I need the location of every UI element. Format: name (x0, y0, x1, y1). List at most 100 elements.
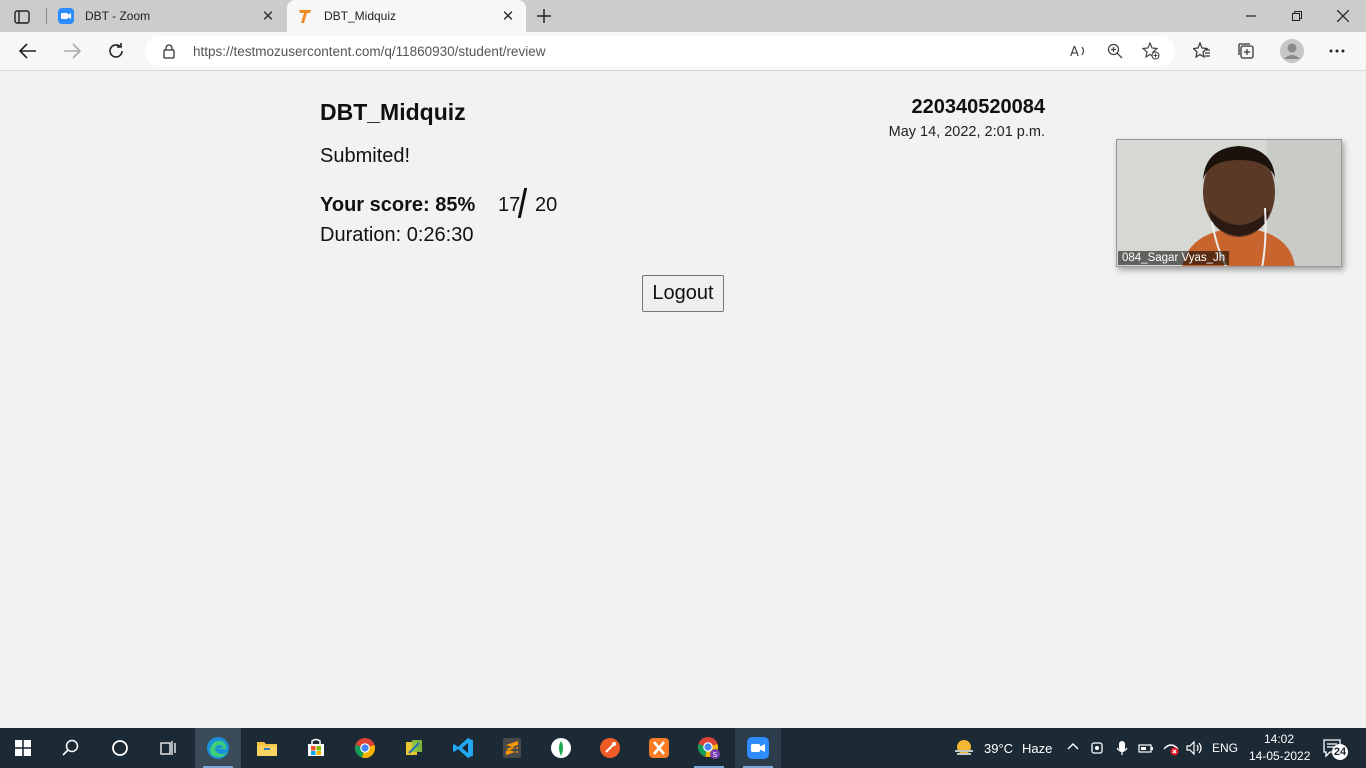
tab-actions-button[interactable] (8, 6, 36, 28)
testmoz-icon (299, 10, 311, 23)
notification-center-button[interactable]: 24 (1322, 737, 1350, 761)
tab-zoom[interactable]: DBT - Zoom ✕ (48, 0, 286, 32)
logout-button[interactable]: Logout (642, 275, 724, 312)
show-hidden-icons-button[interactable] (1066, 740, 1080, 754)
weather-haze-icon (955, 740, 973, 755)
browser-toolbar: https://testmozusercontent.com/q/1186093… (0, 32, 1366, 71)
taskbar-edge[interactable] (195, 728, 241, 768)
lock-icon (163, 44, 175, 59)
settings-more-button[interactable] (1322, 36, 1352, 66)
zoom-in-icon[interactable] (1104, 40, 1126, 62)
weather-widget[interactable] (952, 737, 976, 759)
student-id: 220340520084 (911, 96, 1045, 118)
taskbar-xampp[interactable] (636, 728, 682, 768)
taskbar-postman[interactable] (587, 728, 633, 768)
clock-time[interactable]: 14:02 (1264, 732, 1294, 746)
weather-temperature[interactable]: 39°C (984, 741, 1013, 756)
volume-icon[interactable] (1186, 740, 1204, 756)
arrow-left-icon (19, 43, 36, 59)
tab-separator (46, 8, 47, 24)
chevron-up-icon (1067, 743, 1079, 750)
cortana-icon (112, 740, 128, 756)
taskbar-search-button[interactable] (48, 728, 94, 768)
address-bar[interactable]: https://testmozusercontent.com/q/1186093… (145, 36, 1175, 66)
chrome-icon (355, 738, 375, 758)
close-icon (1337, 10, 1349, 22)
quiz-duration: Duration: 0:26:30 (320, 224, 474, 246)
minimize-icon (1246, 15, 1256, 17)
score-correct: 17 (498, 194, 521, 216)
close-tab-icon[interactable]: ✕ (500, 8, 516, 25)
more-icon (1329, 49, 1345, 53)
plus-icon (537, 9, 551, 23)
taskbar-sublime[interactable] (489, 728, 535, 768)
notification-count: 24 (1333, 746, 1347, 758)
favorites-button[interactable] (1187, 36, 1217, 66)
windows-start-icon (15, 740, 31, 756)
taskbar-mongodb-compass[interactable] (538, 728, 584, 768)
network-icon[interactable] (1162, 739, 1180, 757)
taskbar-zoom[interactable] (735, 728, 781, 768)
submission-status: Submited! (320, 145, 411, 167)
tab-label: DBT - Zoom (85, 9, 151, 23)
svg-text:A: A (1070, 45, 1079, 59)
store-icon (308, 738, 324, 756)
close-window-button[interactable] (1320, 0, 1366, 32)
tab-label: DBT_Midquiz (324, 9, 397, 23)
tab-strip: DBT - Zoom ✕ DBT_Midquiz ✕ (0, 0, 1366, 32)
taskbar-chrome-profile[interactable]: S (686, 728, 732, 768)
input-language[interactable]: ENG (1212, 741, 1238, 755)
taskbar-file-explorer[interactable] (244, 728, 290, 768)
edge-icon (207, 737, 229, 759)
new-tab-button[interactable] (533, 5, 555, 27)
taskbar-sticky-app[interactable] (391, 728, 437, 768)
zoom-icon (58, 8, 74, 24)
windows-taskbar: S 39°C Haze ENG 14:02 14-05-2022 24 (0, 728, 1366, 768)
xampp-icon (649, 738, 669, 758)
zoom-video-window[interactable]: 084_Sagar Vyas_Jh (1116, 139, 1342, 267)
start-button[interactable] (0, 728, 46, 768)
file-explorer-icon (257, 742, 277, 756)
score-total: 20 (535, 194, 558, 216)
taskbar-chrome[interactable] (342, 728, 388, 768)
battery-icon[interactable] (1138, 740, 1154, 756)
score-label: Your score: 85% (320, 194, 476, 216)
restore-icon (1292, 11, 1302, 21)
participant-name: 084_Sagar Vyas_Jh (1118, 251, 1230, 265)
close-tab-icon[interactable]: ✕ (260, 8, 276, 25)
back-button[interactable] (13, 36, 43, 66)
cortana-button[interactable] (97, 728, 143, 768)
task-view-button[interactable] (145, 728, 191, 768)
vscode-icon (453, 738, 473, 758)
task-view-icon (160, 741, 176, 755)
submission-timestamp: May 14, 2022, 2:01 p.m. (888, 124, 1045, 140)
tab-actions-icon (14, 10, 30, 24)
taskbar-vscode[interactable] (440, 728, 486, 768)
svg-text:S: S (713, 751, 718, 759)
forward-button[interactable] (57, 36, 87, 66)
add-favorite-icon[interactable] (1140, 40, 1162, 62)
favorites-icon (1193, 42, 1210, 59)
restore-button[interactable] (1274, 0, 1320, 32)
quiz-title: DBT_Midquiz (320, 99, 466, 125)
clock-date[interactable]: 14-05-2022 (1249, 749, 1310, 763)
refresh-button[interactable] (101, 36, 131, 66)
search-icon (62, 739, 79, 756)
collections-button[interactable] (1231, 36, 1261, 66)
mongodb-compass-icon (551, 738, 571, 758)
profile-button[interactable] (1277, 36, 1307, 66)
tab-midquiz[interactable]: DBT_Midquiz ✕ (287, 0, 526, 32)
refresh-icon (109, 43, 123, 58)
microphone-icon[interactable] (1115, 740, 1129, 756)
minimize-button[interactable] (1228, 0, 1274, 32)
url-text: https://testmozusercontent.com/q/1186093… (193, 44, 546, 59)
chrome-profile-icon: S (698, 737, 720, 759)
taskbar-store[interactable] (293, 728, 339, 768)
arrow-right-icon (64, 43, 81, 59)
sticky-app-icon (406, 740, 422, 755)
participant-video (1117, 140, 1341, 266)
read-aloud-icon[interactable]: A (1068, 40, 1090, 62)
avatar-icon (1280, 39, 1304, 63)
camera-tray-icon[interactable] (1090, 740, 1106, 756)
weather-description[interactable]: Haze (1022, 741, 1052, 756)
